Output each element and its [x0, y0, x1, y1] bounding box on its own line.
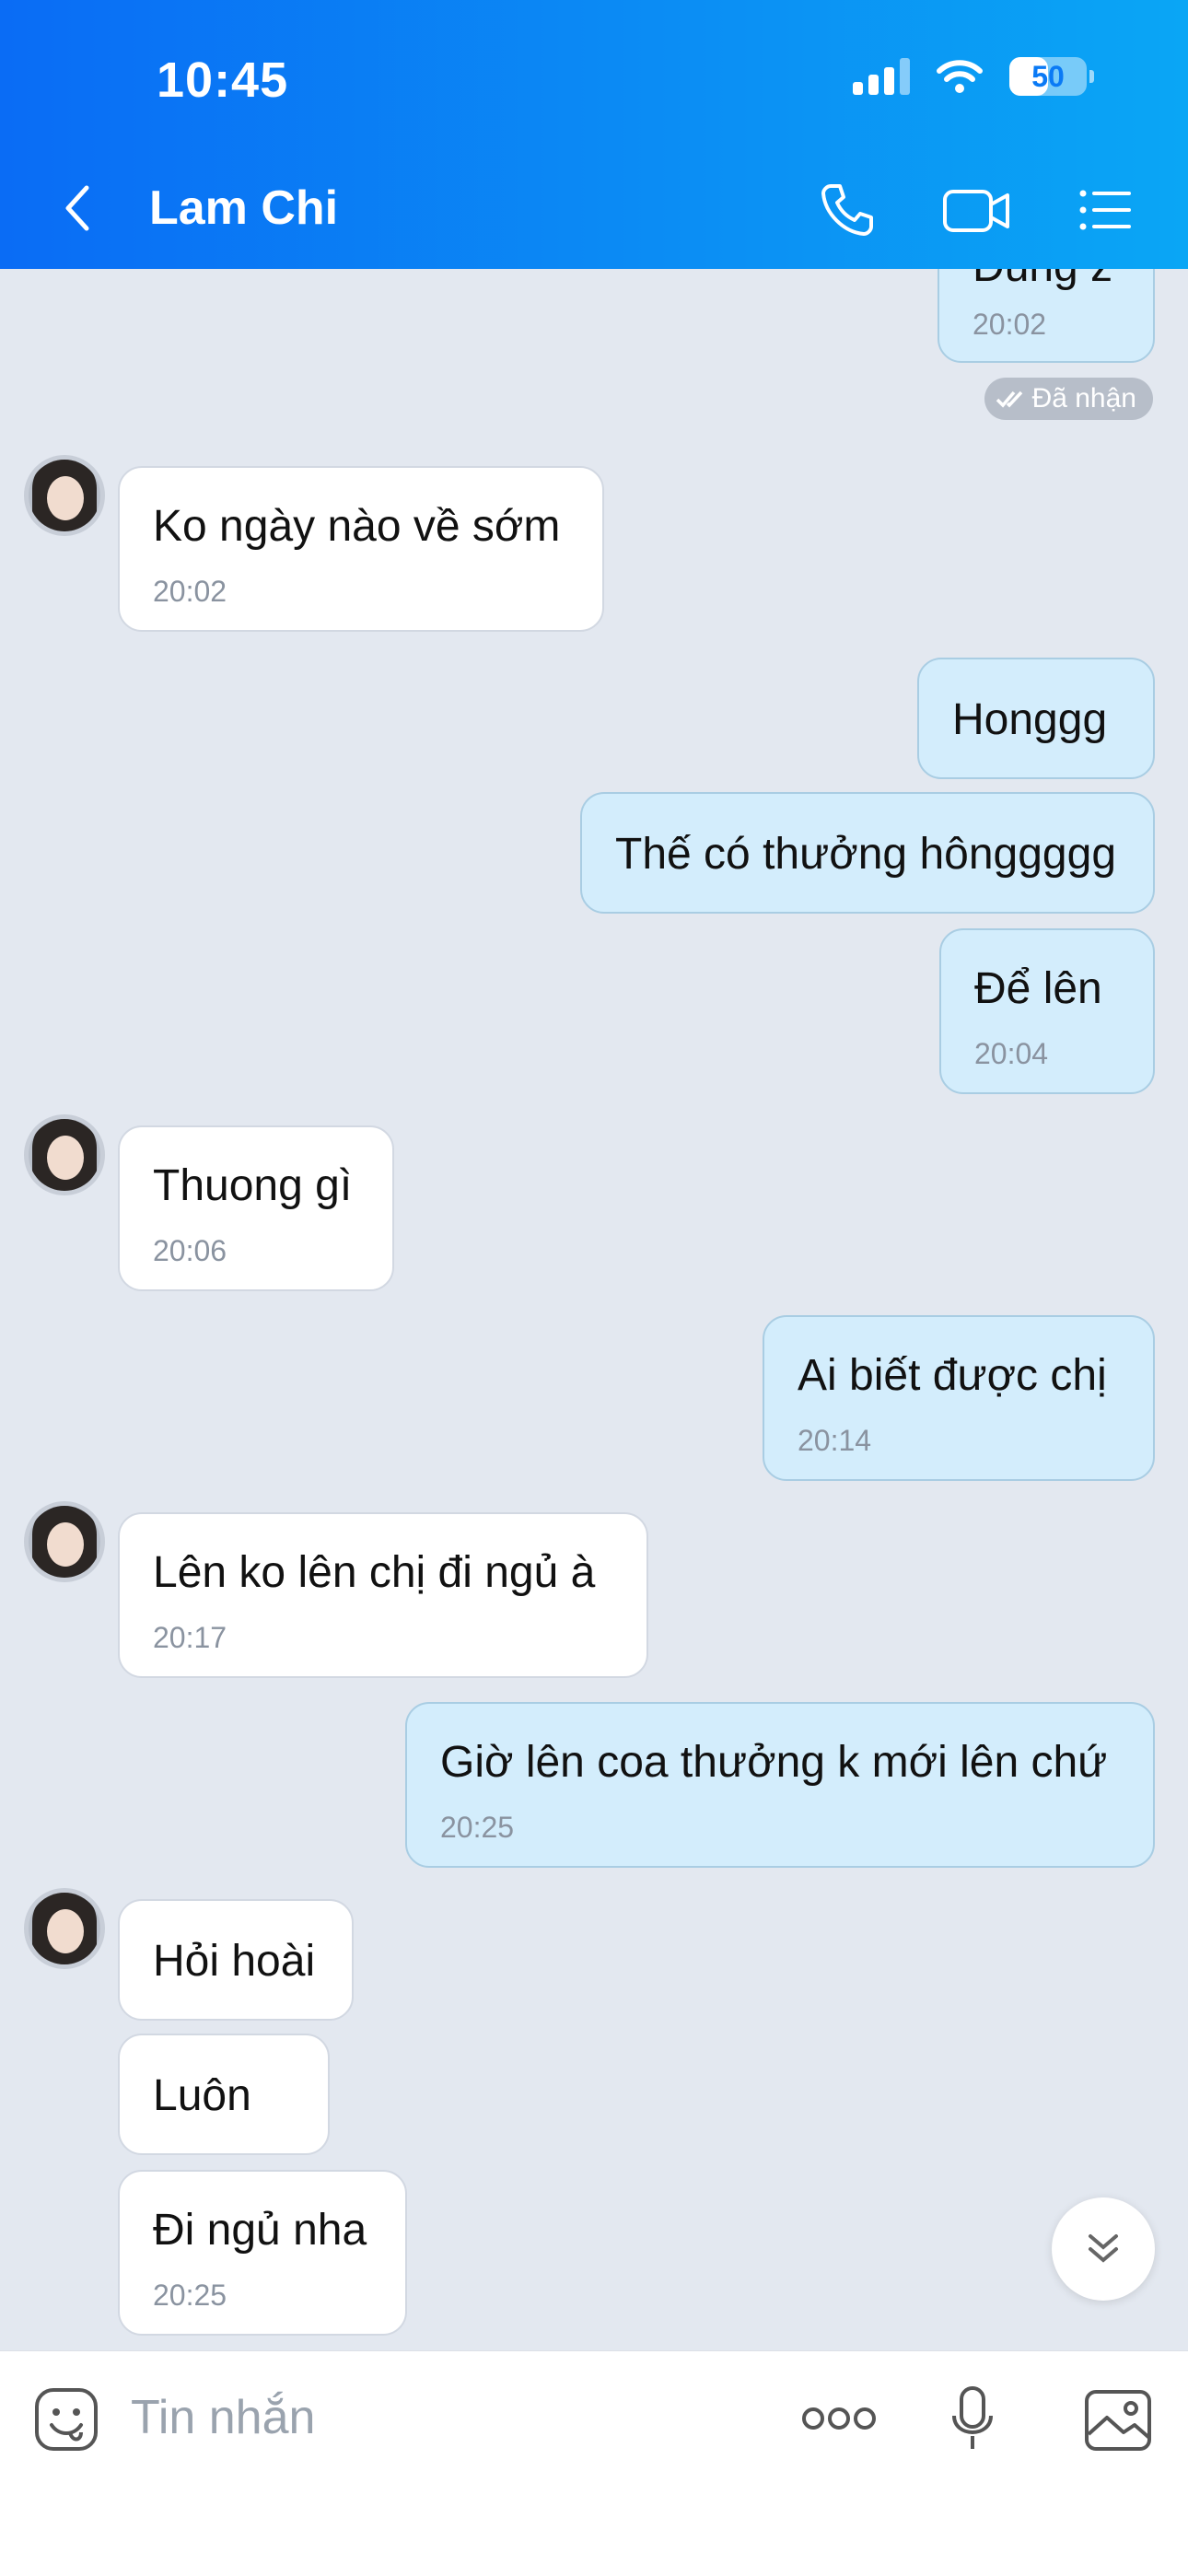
battery-level: 50: [1031, 59, 1065, 93]
status-icons: 50: [853, 57, 1094, 96]
message-incoming[interactable]: Thuong gì 20:06: [118, 1125, 394, 1291]
message-outgoing[interactable]: Honggg: [917, 658, 1155, 779]
message-incoming[interactable]: Hỏi hoài: [118, 1899, 354, 2021]
contact-avatar[interactable]: [24, 1888, 105, 1969]
microphone-icon[interactable]: [950, 2384, 995, 2453]
message-outgoing[interactable]: Thế có thưởng hônggggg: [580, 792, 1155, 914]
message-incoming[interactable]: Ko ngày nào về sớm 20:02: [118, 466, 604, 632]
image-icon[interactable]: [1083, 2388, 1153, 2453]
contact-avatar[interactable]: [24, 1114, 105, 1195]
message-time: 20:02: [153, 575, 227, 608]
message-time: 20:06: [153, 1234, 227, 1267]
message-text: Hỏi hoài: [153, 1937, 316, 1986]
message-outgoing[interactable]: Ai biết được chị 20:14: [763, 1315, 1155, 1481]
message-time: 20:02: [973, 308, 1047, 341]
double-check-icon: [996, 390, 1022, 408]
message-text: Ai biết được chị: [798, 1351, 1107, 1400]
message-time: 20:17: [153, 1621, 227, 1654]
battery-icon: 50: [1009, 57, 1094, 96]
message-text: Lên ko lên chị đi ngủ à: [153, 1548, 596, 1597]
cellular-signal-icon: [853, 58, 910, 95]
contact-avatar[interactable]: [24, 455, 105, 536]
message-text: Ko ngày nào về sớm: [153, 502, 561, 551]
contact-name[interactable]: Lam Chi: [149, 181, 338, 236]
message-incoming[interactable]: Luôn: [118, 2034, 330, 2155]
message-text: Để lên: [974, 964, 1102, 1013]
message-time: 20:14: [798, 1424, 872, 1457]
chevron-left-icon[interactable]: [59, 181, 96, 236]
message-input[interactable]: Tin nhắn: [131, 2390, 315, 2445]
status-time: 10:45: [157, 52, 289, 108]
list-menu-icon[interactable]: [1076, 181, 1135, 239]
scroll-to-bottom-button[interactable]: [1052, 2197, 1155, 2301]
receipt-label: Đã nhận: [1031, 383, 1136, 414]
message-outgoing[interactable]: Giờ lên coa thưởng k mới lên chứ 20:25: [405, 1702, 1155, 1868]
contact-avatar[interactable]: [24, 1501, 105, 1582]
wifi-icon: [937, 60, 983, 93]
chat-header: 10:45 50 Lam Chi: [0, 0, 1188, 269]
message-outgoing[interactable]: Để lên 20:04: [939, 928, 1155, 1094]
sticker-icon[interactable]: [33, 2386, 99, 2453]
message-text: Thế có thưởng hônggggg: [615, 830, 1117, 879]
message-text: Đi ngủ nha: [153, 2206, 367, 2255]
more-dots-icon[interactable]: [801, 2403, 877, 2434]
phone-icon[interactable]: [818, 181, 877, 239]
message-composer: Tin nhắn: [0, 2350, 1188, 2576]
message-text: Luôn: [153, 2071, 251, 2120]
read-receipt-badge: Đã nhận: [984, 378, 1153, 420]
message-time: 20:25: [153, 2279, 227, 2312]
message-incoming[interactable]: Đi ngủ nha 20:25: [118, 2170, 407, 2336]
double-chevron-down-icon: [1089, 2234, 1118, 2263]
message-text: Honggg: [952, 695, 1108, 744]
video-camera-icon[interactable]: [941, 181, 1011, 239]
message-text: Thuong gì: [153, 1161, 353, 1210]
message-time: 20:04: [974, 1037, 1049, 1070]
message-text: Giờ lên coa thưởng k mới lên chứ: [440, 1738, 1108, 1787]
message-incoming[interactable]: Lên ko lên chị đi ngủ à 20:17: [118, 1512, 648, 1678]
message-time: 20:25: [440, 1811, 515, 1844]
